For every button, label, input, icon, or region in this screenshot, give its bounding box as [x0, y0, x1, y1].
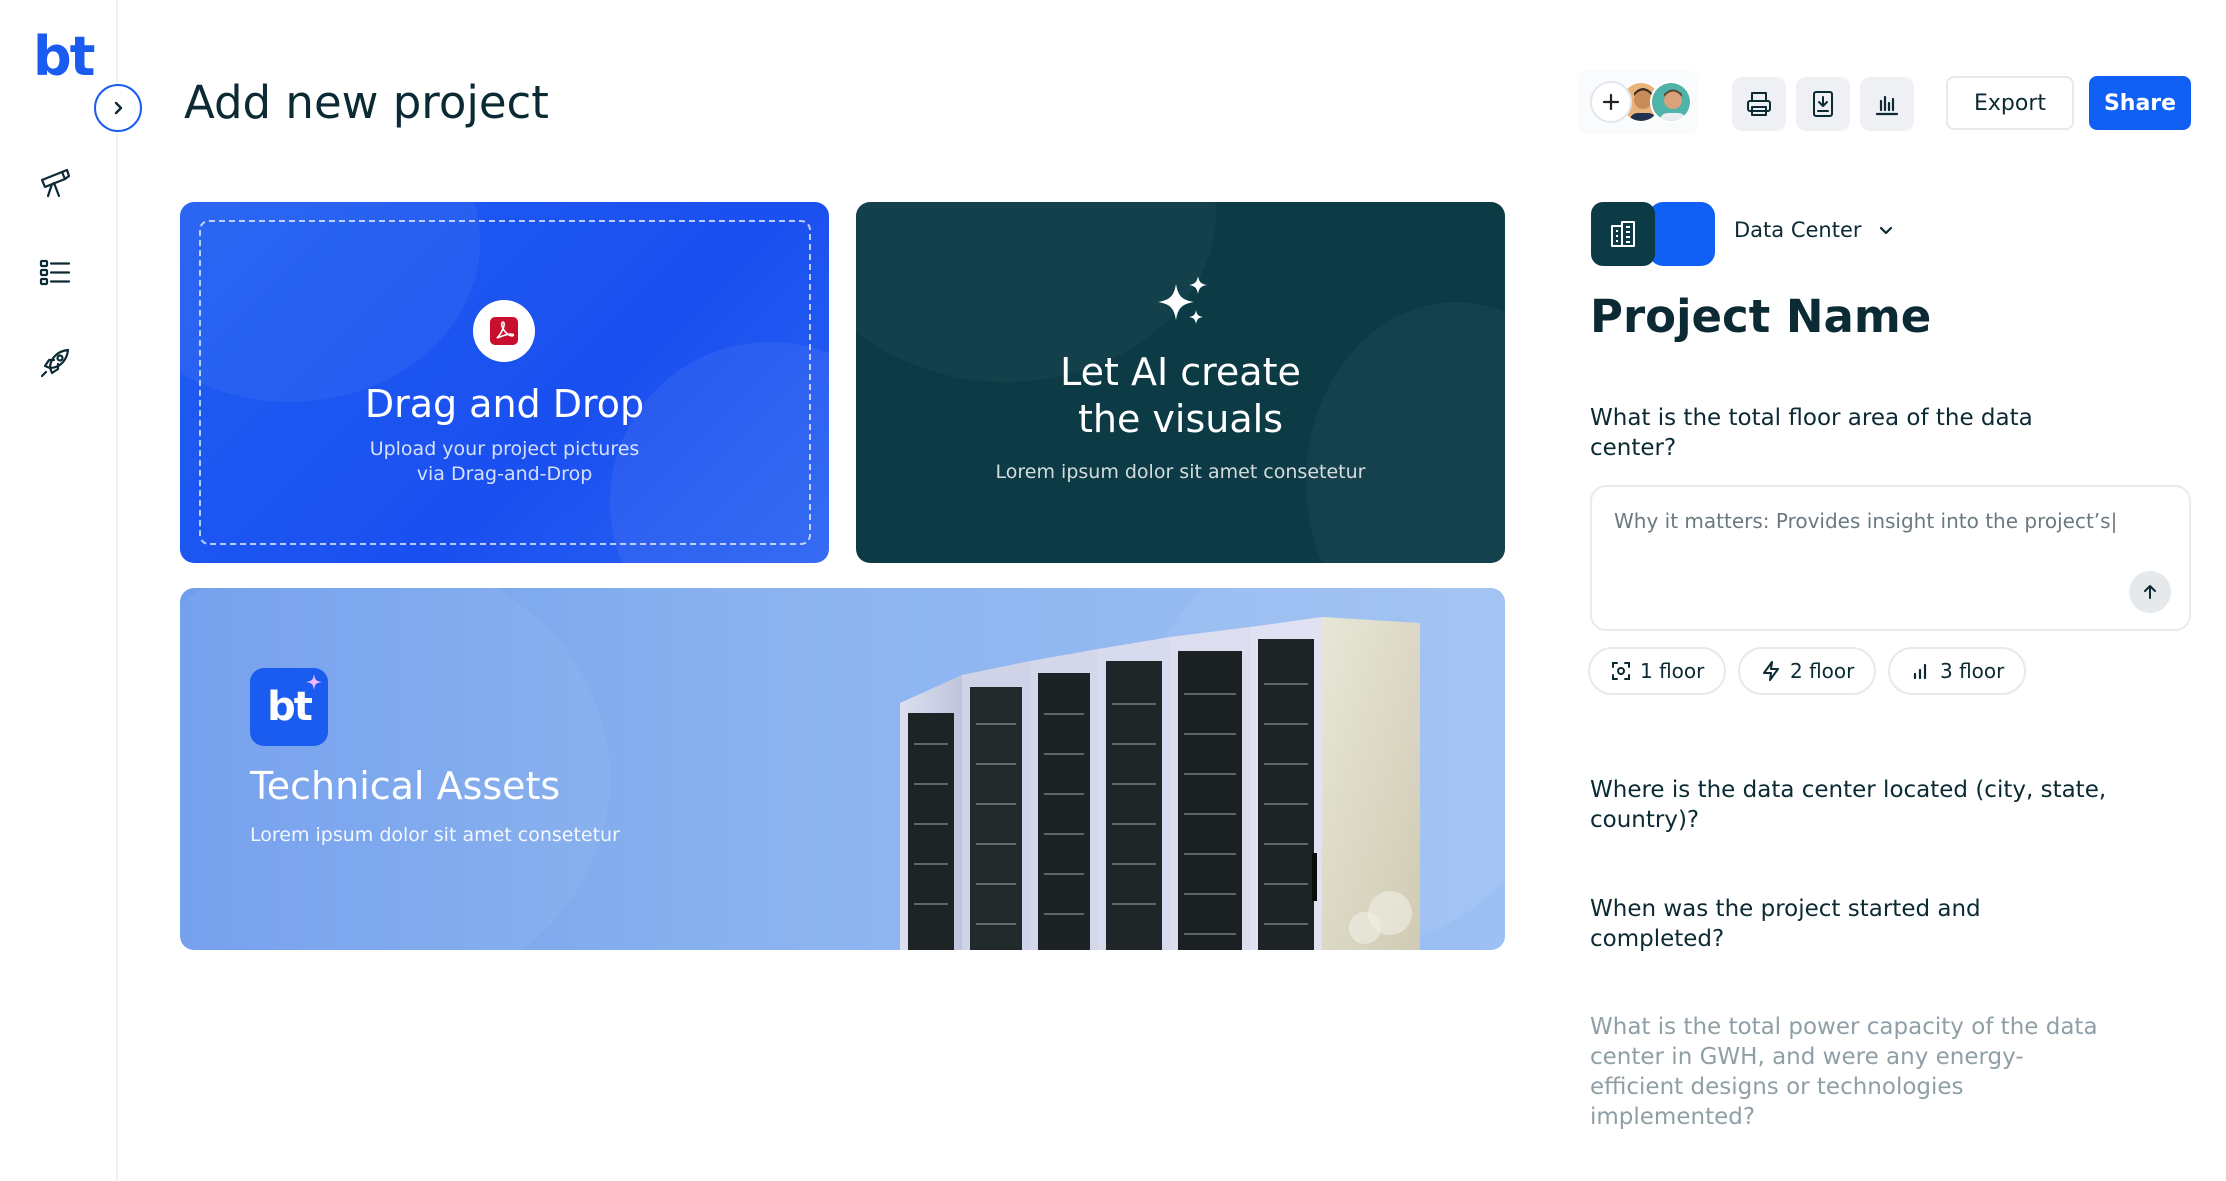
question: Where is the data center located (city, … — [1590, 777, 2107, 833]
plus-icon — [1602, 93, 1620, 111]
export-button[interactable]: Export — [1946, 76, 2074, 130]
server-racks-image — [900, 617, 1420, 950]
ai-card-subtitle: Lorem ipsum dolor sit amet consetetur — [995, 461, 1366, 483]
ai-visuals-card[interactable]: Let AI create the visuals Lorem ipsum do… — [856, 202, 1505, 563]
sparkle-icon — [306, 674, 322, 690]
ai-card-title: Let AI create — [1060, 350, 1301, 394]
suggestion-chip[interactable]: 1 floor — [1588, 647, 1727, 695]
chip-label: 2 floor — [1790, 659, 1855, 683]
collaborators — [1578, 70, 1698, 134]
scan-icon — [1612, 662, 1630, 680]
category-select[interactable]: Data Center — [1734, 218, 1894, 242]
chevron-down-icon — [1879, 226, 1892, 235]
printer-icon — [1747, 92, 1771, 116]
tech-card-subtitle: Lorem ipsum dolor sit amet consetetur — [250, 824, 620, 846]
pdf-icon — [473, 300, 535, 362]
signal-bars-icon — [1913, 663, 1927, 680]
drop-card-subtitle: via Drag-and-Drop — [416, 463, 593, 485]
sidebar-toggle-button[interactable] — [94, 84, 142, 132]
technical-assets-card[interactable]: bt Technical Assets Lorem ipsum dolor si… — [180, 588, 1505, 950]
avatar[interactable] — [1650, 81, 1692, 123]
question: When was the project started and complet… — [1590, 896, 1981, 952]
lightning-icon — [1763, 661, 1779, 681]
answer-input[interactable]: Why it matters: Provides insight into th… — [1590, 485, 2191, 631]
project-name[interactable]: Project Name — [1590, 290, 1931, 343]
chevron-right-icon — [114, 101, 123, 115]
question: What is the total floor area of the data… — [1590, 405, 2033, 461]
add-collaborator-button[interactable] — [1590, 81, 1632, 123]
building-icon — [1591, 202, 1655, 266]
page-title: Add new project — [184, 76, 549, 129]
download-pdf-icon — [1813, 91, 1833, 117]
analytics-button[interactable] — [1860, 77, 1914, 131]
telescope-icon[interactable] — [36, 164, 74, 202]
bt-badge: bt — [250, 668, 328, 746]
drop-card-subtitle: Upload your project pictures — [369, 438, 640, 460]
checklist-icon[interactable] — [36, 254, 74, 292]
send-button[interactable] — [2129, 571, 2171, 613]
print-button[interactable] — [1732, 77, 1786, 131]
ai-card-title: the visuals — [1077, 397, 1283, 441]
drag-and-drop-card[interactable]: Drag and Drop Upload your project pictur… — [180, 202, 829, 563]
bar-chart-icon — [1875, 95, 1899, 116]
brand-logo[interactable]: bt — [33, 30, 95, 84]
category-color-swatch[interactable] — [1649, 202, 1715, 266]
download-pdf-button[interactable] — [1796, 77, 1850, 131]
answer-text: Why it matters: Provides insight into th… — [1614, 509, 2118, 533]
bt-badge-text: bt — [267, 684, 313, 730]
category-label: Data Center — [1734, 218, 1862, 242]
chip-label: 3 floor — [1940, 659, 2005, 683]
question: What is the total power capacity of the … — [1590, 1014, 2098, 1130]
suggestion-chip[interactable]: 2 floor — [1738, 647, 1877, 695]
sidebar: bt — [0, 0, 118, 1181]
drop-card-title: Drag and Drop — [364, 382, 645, 426]
chip-label: 1 floor — [1640, 659, 1705, 683]
share-button[interactable]: Share — [2089, 76, 2191, 130]
sparkles-icon — [1158, 276, 1207, 324]
arrow-up-icon — [2144, 585, 2156, 599]
rocket-icon[interactable] — [36, 344, 74, 382]
tech-card-title: Technical Assets — [250, 764, 561, 808]
suggestion-chip[interactable]: 3 floor — [1888, 647, 2027, 695]
